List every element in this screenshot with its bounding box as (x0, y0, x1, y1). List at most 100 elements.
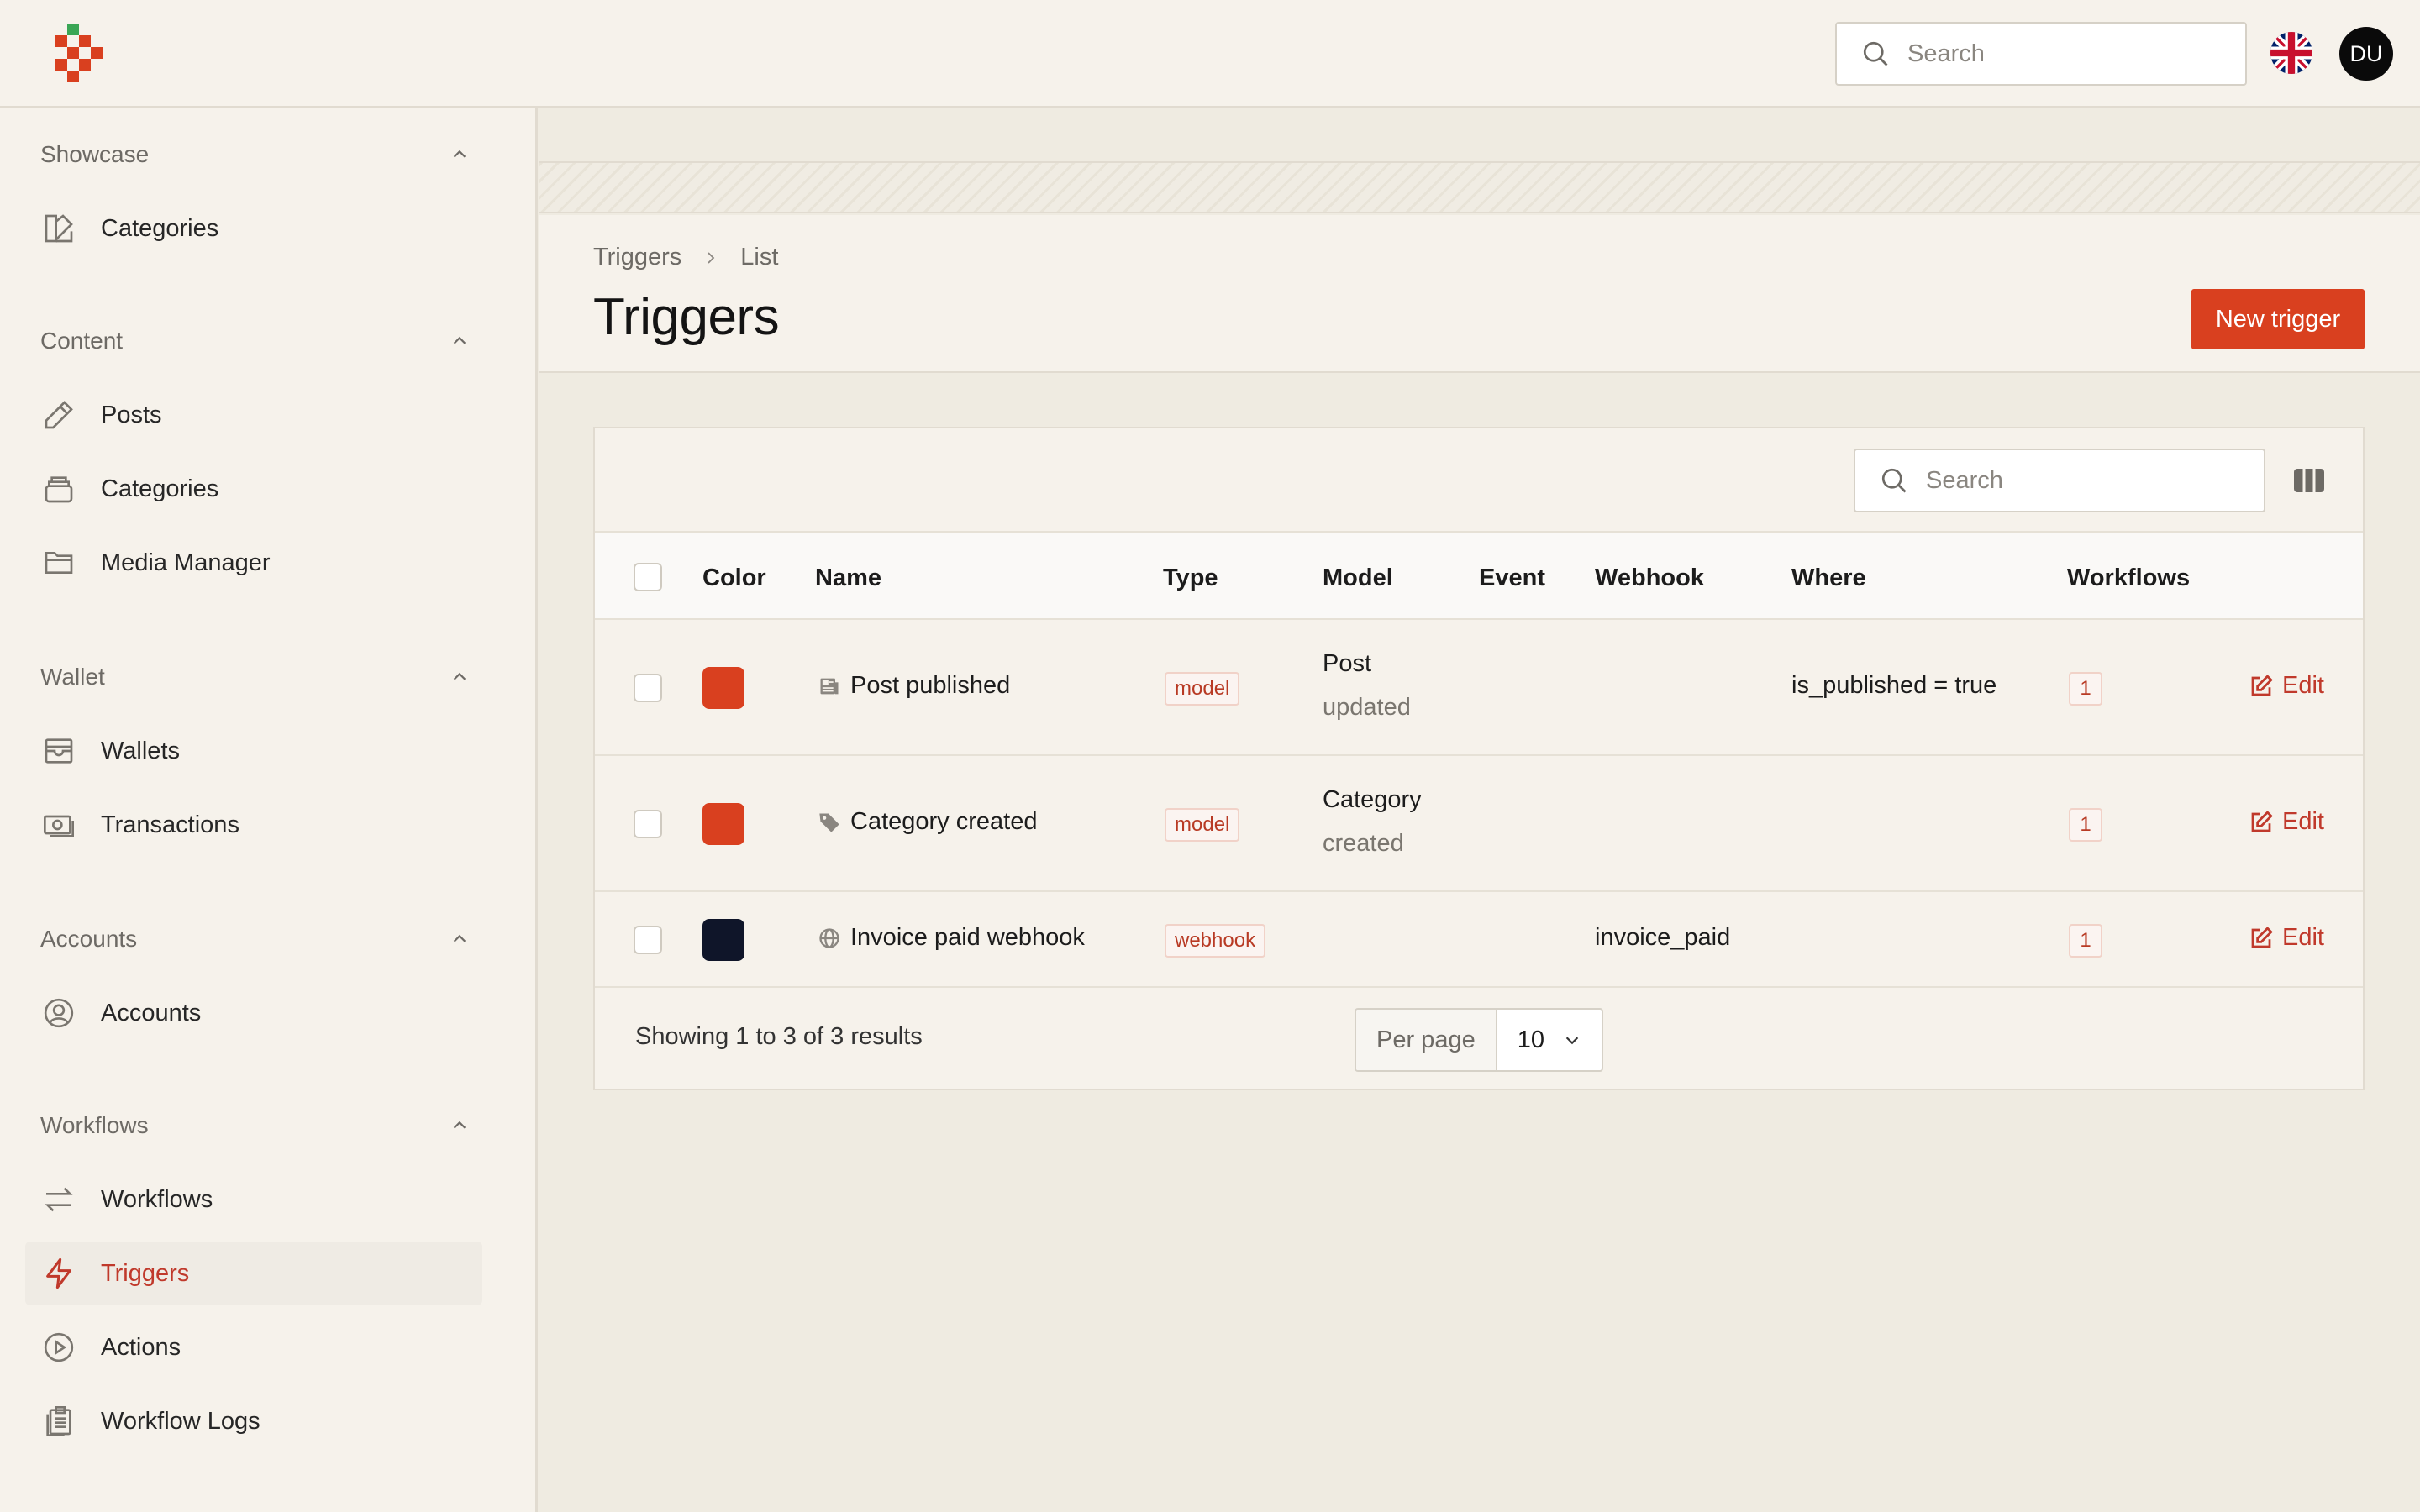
user-avatar[interactable]: DU (2339, 27, 2393, 81)
trigger-name: Invoice paid webhook (817, 924, 1085, 952)
sidebar-item-label: Triggers (101, 1259, 190, 1287)
sidebar-item-label: Categories (101, 475, 219, 502)
sidebar-item-accounts[interactable]: Accounts (25, 981, 482, 1045)
workflows-count-badge: 1 (2069, 924, 2102, 958)
sidebar-group-content[interactable]: Content (40, 323, 469, 360)
language-flag-icon[interactable] (2270, 32, 2312, 74)
breadcrumb: Triggers List (593, 244, 778, 271)
page-title: Triggers (593, 288, 780, 346)
trigger-name: Post published (817, 672, 1010, 700)
sidebar-group-wallet[interactable]: Wallet (40, 659, 469, 696)
sidebar-item-media-manager[interactable]: Media Manager (25, 531, 482, 595)
column-header-where[interactable]: Where (1791, 564, 1866, 592)
type-badge: model (1165, 672, 1240, 706)
edit-icon (2251, 926, 2273, 948)
search-icon (1863, 41, 1888, 66)
sidebar-group-workflows[interactable]: Workflows (40, 1107, 469, 1144)
sidebar: Showcase Categories Content Posts Catego… (0, 108, 538, 1512)
row-checkbox[interactable] (634, 674, 662, 702)
sidebar-item-transactions[interactable]: Transactions (25, 793, 482, 857)
sidebar-item-wallets[interactable]: Wallets (25, 719, 482, 783)
edit-label: Edit (2282, 808, 2324, 835)
column-header-type[interactable]: Type (1163, 564, 1218, 592)
breadcrumb-parent-link[interactable]: Triggers (593, 244, 681, 271)
model-event: created (1323, 830, 1404, 857)
sidebar-item-actions[interactable]: Actions (25, 1315, 482, 1379)
table-row[interactable]: Category created model Category created … (595, 756, 2363, 892)
sidebar-item-triggers[interactable]: Triggers (25, 1242, 482, 1305)
edit-link[interactable]: Edit (2249, 672, 2324, 700)
trigger-name-text: Invoice paid webhook (850, 924, 1085, 951)
trigger-name: Category created (817, 808, 1037, 836)
model-name: Category (1323, 786, 1422, 813)
chevron-down-icon (1565, 1037, 1579, 1045)
row-checkbox[interactable] (634, 926, 662, 954)
sidebar-item-workflows[interactable]: Workflows (25, 1168, 482, 1231)
sidebar-item-label: Posts (101, 401, 162, 428)
edit-icon (2251, 674, 2273, 696)
color-swatch (702, 803, 744, 845)
model-event: updated (1323, 694, 1411, 721)
column-header-webhook[interactable]: Webhook (1595, 564, 1704, 592)
chevron-up-icon (453, 1121, 466, 1129)
arrows-swap-icon (40, 1181, 77, 1218)
chevron-up-icon (453, 150, 466, 158)
sidebar-group-showcase[interactable]: Showcase (40, 136, 469, 173)
column-header-workflows[interactable]: Workflows (2067, 564, 2190, 592)
column-header-name[interactable]: Name (815, 564, 881, 592)
table-header: Color Name Type Model Event Webhook Wher… (595, 531, 2363, 620)
type-badge: model (1165, 808, 1240, 842)
new-trigger-button[interactable]: New trigger (2191, 289, 2365, 349)
sidebar-item-label: Transactions (101, 811, 239, 838)
tag-icon (817, 810, 842, 835)
pencil-icon (40, 396, 77, 433)
sidebar-item-label: Accounts (101, 999, 202, 1026)
global-search-input[interactable]: Search (1835, 22, 2247, 86)
column-header-event[interactable]: Event (1479, 564, 1545, 592)
color-swatch (702, 919, 744, 961)
sidebar-item-posts[interactable]: Posts (25, 383, 482, 447)
group-label: Showcase (40, 141, 150, 167)
edit-link[interactable]: Edit (2249, 924, 2324, 952)
model-name: Post (1323, 650, 1372, 677)
search-placeholder: Search (1907, 39, 1985, 67)
column-header-model[interactable]: Model (1323, 564, 1393, 592)
table-row[interactable]: Post published model Post updated is_pub… (595, 620, 2363, 756)
group-label: Workflows (40, 1112, 149, 1138)
clipboard-icon (40, 1403, 77, 1440)
search-placeholder: Search (1926, 466, 2003, 494)
per-page-label: Per page (1356, 1010, 1497, 1070)
sidebar-item-content-categories[interactable]: Categories (25, 457, 482, 521)
group-label: Wallet (40, 664, 105, 690)
sidebar-group-accounts[interactable]: Accounts (40, 921, 469, 958)
logo-icon[interactable] (55, 24, 104, 82)
bolt-icon (40, 1255, 77, 1292)
table-row[interactable]: Invoice paid webhook webhook invoice_pai… (595, 892, 2363, 988)
sidebar-item-showcase-categories[interactable]: Categories (25, 197, 482, 260)
edit-label: Edit (2282, 924, 2324, 951)
folder-icon (40, 544, 77, 581)
sidebar-item-label: Actions (101, 1333, 182, 1361)
categories-shapes-icon (40, 210, 77, 247)
per-page-value[interactable]: 10 (1497, 1010, 1602, 1070)
sidebar-item-workflow-logs[interactable]: Workflow Logs (25, 1389, 482, 1453)
table-search-input[interactable]: Search (1854, 449, 2265, 512)
workflows-count-badge: 1 (2069, 672, 2102, 706)
select-all-checkbox[interactable] (634, 563, 662, 591)
column-header-color[interactable]: Color (702, 564, 766, 592)
row-checkbox[interactable] (634, 810, 662, 838)
chevron-up-icon (453, 336, 466, 344)
globe-icon (817, 926, 842, 951)
webhook-name: invoice_paid (1595, 924, 1731, 951)
wallet-icon (40, 732, 77, 769)
chevron-up-icon (453, 672, 466, 680)
workflows-count-badge: 1 (2069, 808, 2102, 842)
sidebar-item-label: Categories (101, 214, 219, 242)
newspaper-icon (817, 674, 842, 699)
banknote-icon (40, 806, 77, 843)
edit-link[interactable]: Edit (2249, 808, 2324, 836)
trigger-name-text: Post published (850, 672, 1011, 699)
per-page-select[interactable]: Per page 10 (1355, 1008, 1603, 1072)
columns-toggle-icon[interactable] (2292, 465, 2326, 496)
decorative-stripe (539, 161, 2420, 213)
